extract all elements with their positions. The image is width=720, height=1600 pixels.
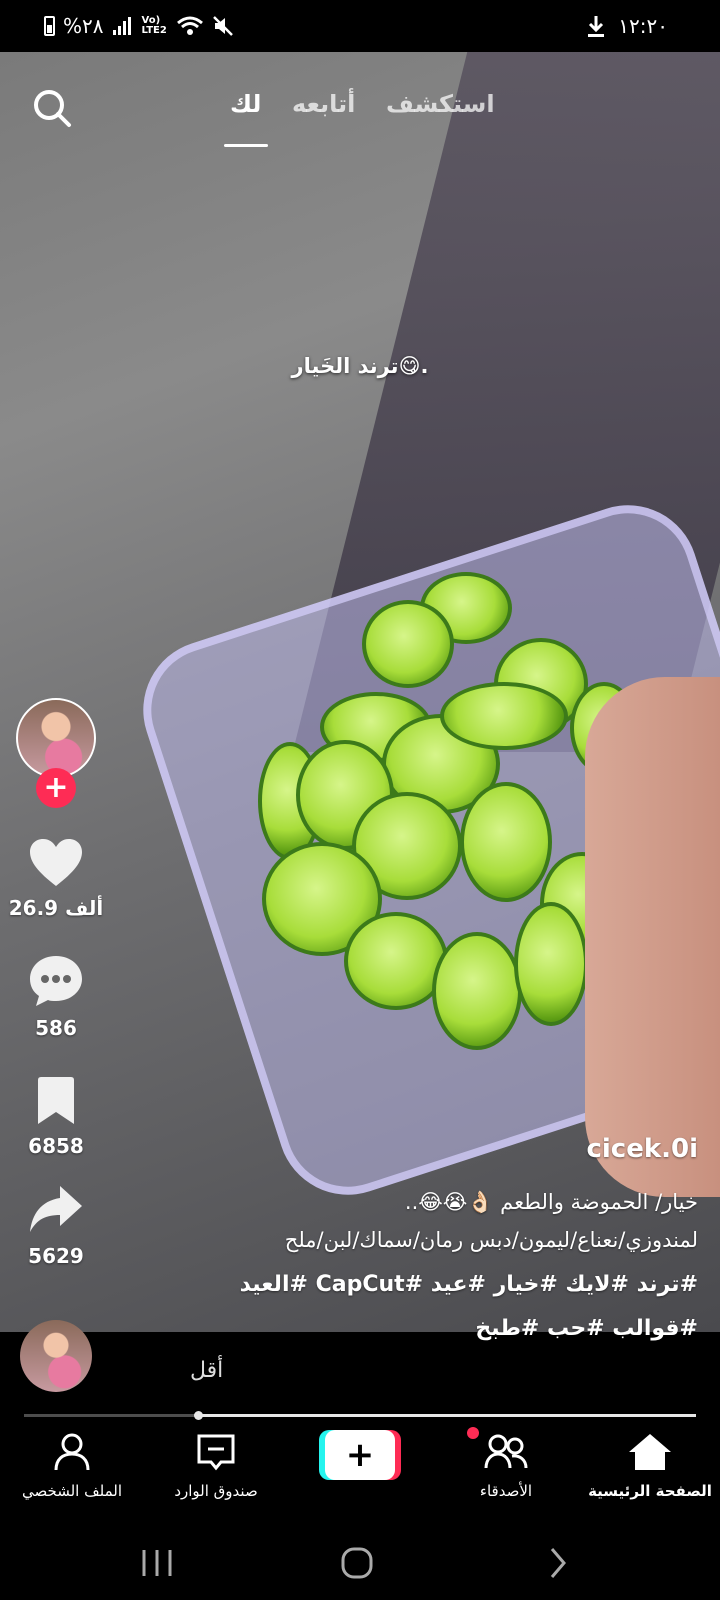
search-icon[interactable] (32, 88, 72, 128)
caption-line: خيار/ الحموضة والطعم 👌🏻😭😂.. (404, 1190, 698, 1214)
tab-for-you[interactable]: لك (230, 90, 261, 118)
home-button-icon[interactable] (340, 1546, 374, 1580)
active-tab-indicator (224, 144, 268, 147)
cucumber-slice (362, 600, 454, 688)
share-count: 5629 (28, 1244, 84, 1268)
create-button[interactable]: + (319, 1430, 401, 1480)
nav-friends[interactable]: الأصدقاء (436, 1432, 576, 1500)
back-icon[interactable] (546, 1546, 570, 1580)
less-row (0, 1332, 720, 1412)
friends-notification-dot (467, 1427, 479, 1439)
nav-profile[interactable]: الملف الشخصي (2, 1432, 142, 1500)
creator-username[interactable]: cicek.0i (586, 1134, 698, 1164)
nav-profile-label: الملف الشخصي (22, 1482, 122, 1500)
caption-line: لمندوزي/نعناع/ليمون/دبس رمان/سماك/لبن/مل… (284, 1228, 698, 1252)
status-left: %٢٨ Vo) LTE2 (44, 14, 234, 38)
like-button[interactable]: 26.9 ألف (0, 838, 112, 920)
plus-icon: + (325, 1430, 395, 1480)
video-progress-fill (198, 1414, 696, 1417)
save-button[interactable]: 6858 (0, 1076, 112, 1158)
nav-friends-label: الأصدقاء (479, 1482, 533, 1500)
heart-icon (30, 839, 82, 886)
tab-following[interactable]: أتابعه (292, 90, 355, 118)
video-hand (585, 677, 720, 1197)
nav-inbox[interactable]: صندوق الوارد (146, 1432, 286, 1500)
profile-icon (54, 1433, 90, 1471)
download-icon (588, 16, 605, 37)
share-icon (30, 1186, 82, 1232)
signal-icon (112, 17, 131, 35)
comment-icon (30, 956, 82, 1006)
video-progress-knob[interactable] (193, 1411, 203, 1420)
clock: ١٢:٢٠ (618, 14, 668, 38)
nav-home-label: الصفحة الرئيسية (588, 1482, 712, 1500)
home-icon (629, 1434, 671, 1470)
caption-hashtags[interactable]: #ترند #لايك #خيار #عيد #CapCut #العيد (240, 1272, 698, 1297)
nav-home[interactable]: الصفحة الرئيسية (580, 1432, 720, 1500)
mute-icon (212, 16, 233, 36)
comment-button[interactable]: 586 (0, 954, 112, 1040)
status-bar: %٢٨ Vo) LTE2 ١٢:٢٠ (0, 0, 720, 52)
status-right: ١٢:٢٠ (586, 14, 668, 38)
follow-button[interactable]: + (36, 768, 76, 808)
cucumber-slice (514, 902, 588, 1026)
nav-inbox-label: صندوق الوارد (174, 1482, 258, 1500)
cucumber-slice (432, 932, 522, 1050)
recent-apps-icon[interactable] (140, 1548, 174, 1578)
bookmark-icon (38, 1077, 74, 1124)
network-type: Vo) LTE2 (141, 15, 167, 36)
battery-icon (44, 16, 55, 36)
user-avatar[interactable] (20, 1320, 92, 1392)
friends-icon (484, 1434, 528, 1469)
video-overlay-text: ترند الخَيار😋. (291, 354, 429, 378)
save-count: 6858 (28, 1134, 84, 1158)
wifi-icon (176, 16, 203, 35)
tab-explore[interactable]: استكشف (386, 90, 495, 118)
cucumber-slice (460, 782, 552, 902)
video-progress-bar[interactable] (24, 1411, 696, 1420)
share-button[interactable]: 5629 (0, 1184, 112, 1268)
caption-hashtags[interactable]: #قوالب #حب #طبخ (475, 1316, 698, 1341)
comment-count: 586 (35, 1016, 77, 1040)
less-button[interactable]: أقل (190, 1358, 223, 1383)
creator-avatar[interactable] (16, 698, 96, 778)
inbox-icon (197, 1434, 235, 1471)
system-nav-bar (0, 1524, 720, 1600)
battery-percentage: %٢٨ (63, 14, 104, 38)
cucumber-slice (440, 682, 568, 750)
like-count: 26.9 ألف (8, 896, 104, 920)
